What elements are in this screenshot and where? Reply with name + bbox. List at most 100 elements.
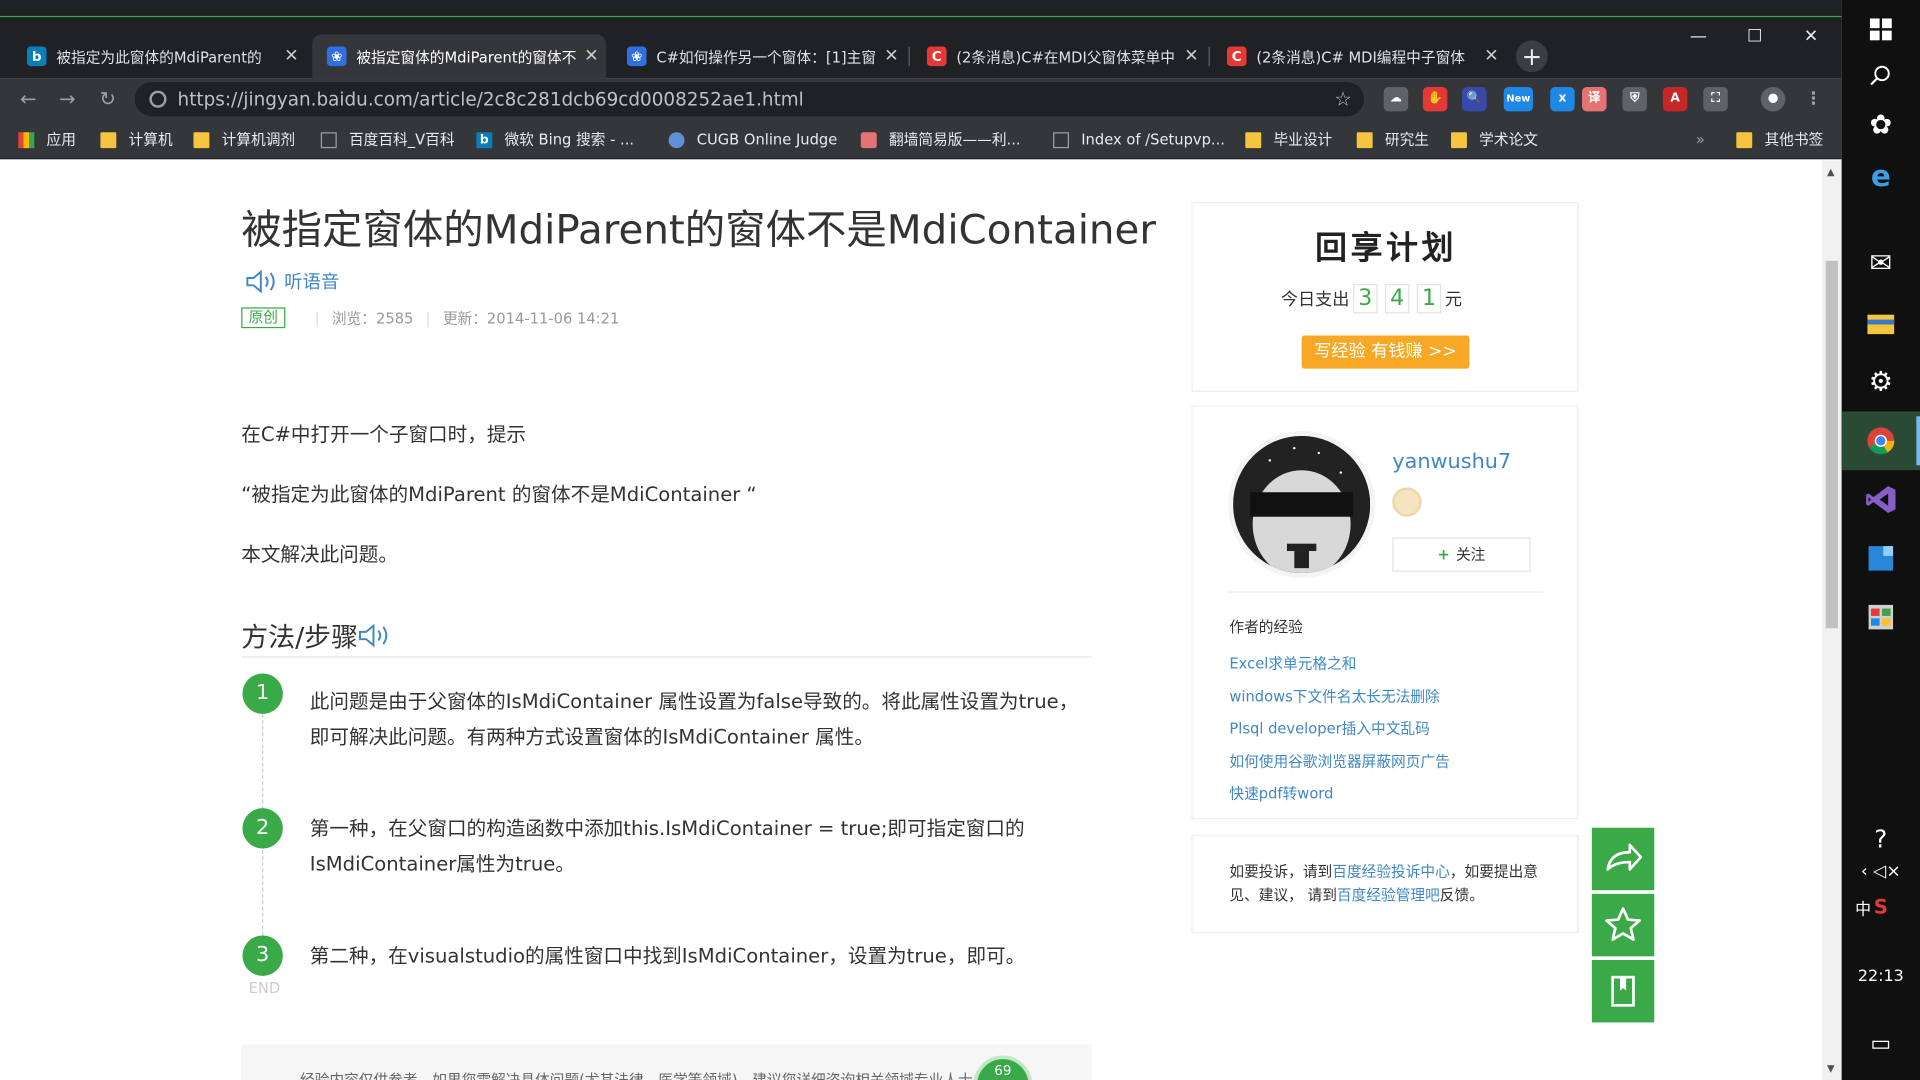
tab-close-icon[interactable]: ✕ <box>577 47 606 67</box>
share-icon <box>1606 843 1643 871</box>
updated-time: 更新：2014-11-06 14:21 <box>442 309 620 327</box>
mail-icon[interactable]: ✉ <box>1842 234 1920 293</box>
tab-title: (2条消息)C#在MDI父窗体菜单中 <box>956 48 1175 66</box>
bookmark-label: 研究生 <box>1384 131 1429 149</box>
more-bookmarks-chevron[interactable]: » <box>1696 127 1705 151</box>
bookmark-item[interactable]: 应用 <box>18 127 76 151</box>
star-icon <box>1605 907 1641 941</box>
bookmark-item[interactable]: 翻墙简易版——利... <box>860 127 1021 151</box>
blue-app-glyph <box>1868 546 1894 571</box>
address-bar[interactable]: https://jingyan.baidu.com/article/2c8c28… <box>134 82 1365 117</box>
back-arrow-icon[interactable]: ← <box>15 86 42 113</box>
control-panel-icon[interactable] <box>1842 588 1920 647</box>
bookmark-button[interactable] <box>1591 960 1655 1023</box>
admin-forum-link[interactable]: 百度经验管理吧 <box>1337 887 1440 904</box>
bookmark-item[interactable]: 计算机调剂 <box>193 127 295 151</box>
cortana-icon[interactable]: ✿ <box>1842 96 1920 155</box>
tab-title: 被指定为此窗体的MdiParent的 <box>56 48 262 66</box>
tab-close-icon[interactable]: ✕ <box>877 47 906 67</box>
file-explorer-icon[interactable] <box>1842 294 1920 353</box>
bookmark-item[interactable]: 百度百科_V百科 <box>320 127 455 151</box>
speaker-icon[interactable] <box>358 623 395 648</box>
browser-tab[interactable]: ❀ C#如何操作另一个窗体：[1]主窗 ✕ <box>612 34 906 78</box>
experience-link[interactable]: windows下文件名太长无法删除 <box>1229 686 1439 707</box>
spend-unit: 元 <box>1444 290 1463 310</box>
profile-avatar-icon[interactable]: ● <box>1760 86 1786 112</box>
experience-link[interactable]: Excel求单元格之和 <box>1229 653 1356 674</box>
url-text: https://jingyan.baidu.com/article/2c8c28… <box>177 88 804 111</box>
clock[interactable]: 22:13 <box>1842 967 1920 985</box>
x-extension-icon[interactable]: x <box>1550 86 1575 112</box>
lock-icon <box>149 90 167 108</box>
bookmark-item[interactable]: CUGB Online Judge <box>668 127 837 151</box>
bookmark-item[interactable]: 计算机 <box>100 127 173 151</box>
tab-close-icon[interactable]: ✕ <box>1477 47 1506 67</box>
shield-extension-icon[interactable]: ⛨ <box>1622 86 1647 112</box>
cloud-extension-icon[interactable]: ☁ <box>1383 86 1409 112</box>
bookmark-item[interactable]: 毕业设计 <box>1245 127 1332 151</box>
bookmark-star-icon[interactable]: ☆ <box>1334 82 1352 116</box>
forward-arrow-icon[interactable]: → <box>54 86 81 113</box>
experience-link[interactable]: 快速pdf转word <box>1229 782 1333 803</box>
tab-separator <box>908 46 910 67</box>
bookmark-item[interactable]: 学术论文 <box>1451 127 1538 151</box>
baidu-paw-icon: ❀ <box>626 46 647 67</box>
author-name[interactable]: yanwushu7 <box>1392 449 1511 473</box>
page-scrollbar[interactable]: ▲ ▼ <box>1822 160 1842 1080</box>
tab-close-icon[interactable]: ✕ <box>277 47 306 67</box>
step-connector <box>262 849 264 936</box>
folder-icon <box>1356 131 1373 148</box>
original-badge: 原创 <box>241 307 286 329</box>
bookmark-item[interactable]: Index of /Setupvp... <box>1053 127 1225 151</box>
scroll-down-icon[interactable]: ▼ <box>1827 1063 1835 1074</box>
browser-tab[interactable]: C (2条消息)C#在MDI父窗体菜单中 ✕ <box>912 34 1206 78</box>
bookmark-item[interactable]: b 微软 Bing 搜索 - ... <box>476 127 634 151</box>
edge-browser-icon[interactable]: e <box>1842 147 1920 206</box>
menu-dots-icon[interactable]: ⋮ <box>1801 87 1825 111</box>
sogou-input-icon[interactable]: S <box>1854 877 1908 936</box>
settings-gear-icon[interactable]: ⚙ <box>1842 353 1920 412</box>
experience-link[interactable]: Plsql developer插入中文乱码 <box>1229 718 1429 739</box>
experience-link[interactable]: 如何使用谷歌浏览器屏蔽网页广告 <box>1229 751 1449 772</box>
new-extension-icon[interactable]: New <box>1503 86 1534 112</box>
bookmark-item[interactable]: 研究生 <box>1356 127 1429 151</box>
report-text-part: 如要投诉，请到 <box>1229 863 1333 881</box>
steps-heading: 方法/步骤 <box>241 616 395 655</box>
tab-close-icon[interactable]: ✕ <box>1177 47 1206 67</box>
bookmark-label: 百度百科_V百科 <box>348 131 455 149</box>
pdf-extension-icon[interactable]: A <box>1662 86 1688 112</box>
complaint-center-link[interactable]: 百度经验投诉中心 <box>1332 863 1450 880</box>
app-taskbar-icon[interactable] <box>1842 529 1920 588</box>
other-bookmarks[interactable]: 其他书签 <box>1736 127 1823 151</box>
avatar[interactable] <box>1228 431 1376 578</box>
reload-icon[interactable]: ↻ <box>94 86 121 113</box>
new-tab-button[interactable]: + <box>1515 40 1548 73</box>
book-icon <box>1611 975 1635 1007</box>
favorite-button[interactable] <box>1591 893 1655 957</box>
folder-icon <box>100 131 117 148</box>
search-extension-icon[interactable]: 🔍 <box>1462 86 1487 112</box>
browser-tab[interactable]: C (2条消息)C# MDI编程中子窗体 ✕ <box>1212 34 1506 78</box>
follow-button[interactable]: + 关注 <box>1392 537 1531 572</box>
notification-center-icon[interactable]: ▭ <box>1842 1014 1920 1073</box>
chrome-taskbar-icon[interactable] <box>1841 411 1920 471</box>
scroll-up-icon[interactable]: ▲ <box>1827 167 1835 178</box>
browser-tab[interactable]: ❀ 被指定窗体的MdiParent的窗体不 ✕ <box>312 34 607 79</box>
screenshot-extension-icon[interactable]: ⛶ <box>1703 86 1728 112</box>
tab-separator <box>1208 46 1210 67</box>
visual-studio-icon[interactable] <box>1842 470 1920 529</box>
maximize-icon[interactable]: ☐ <box>1727 22 1783 51</box>
spend-digit: 4 <box>1384 284 1410 314</box>
adblock-extension-icon[interactable]: ✋ <box>1422 86 1448 112</box>
browser-tab[interactable]: b 被指定为此窗体的MdiParent的 ✕ <box>12 34 306 78</box>
tab-title: 被指定窗体的MdiParent的窗体不 <box>356 48 577 66</box>
write-experience-button[interactable]: 写经验 有钱赚 >> <box>1301 335 1470 369</box>
listen-button[interactable]: 听语音 <box>245 268 339 294</box>
translate-extension-icon[interactable]: 译 <box>1582 86 1607 112</box>
close-window-icon[interactable]: ✕ <box>1783 22 1839 51</box>
share-button[interactable] <box>1591 827 1655 891</box>
author-card: yanwushu7 + 关注 作者的经验 Excel求单元格之和 windows下… <box>1191 405 1579 820</box>
scroll-thumb[interactable] <box>1825 260 1838 629</box>
minimize-icon[interactable]: — <box>1670 22 1726 51</box>
step-text: 第一种，在父窗口的构造函数中添加this.IsMdiContainer = tr… <box>309 816 1025 876</box>
